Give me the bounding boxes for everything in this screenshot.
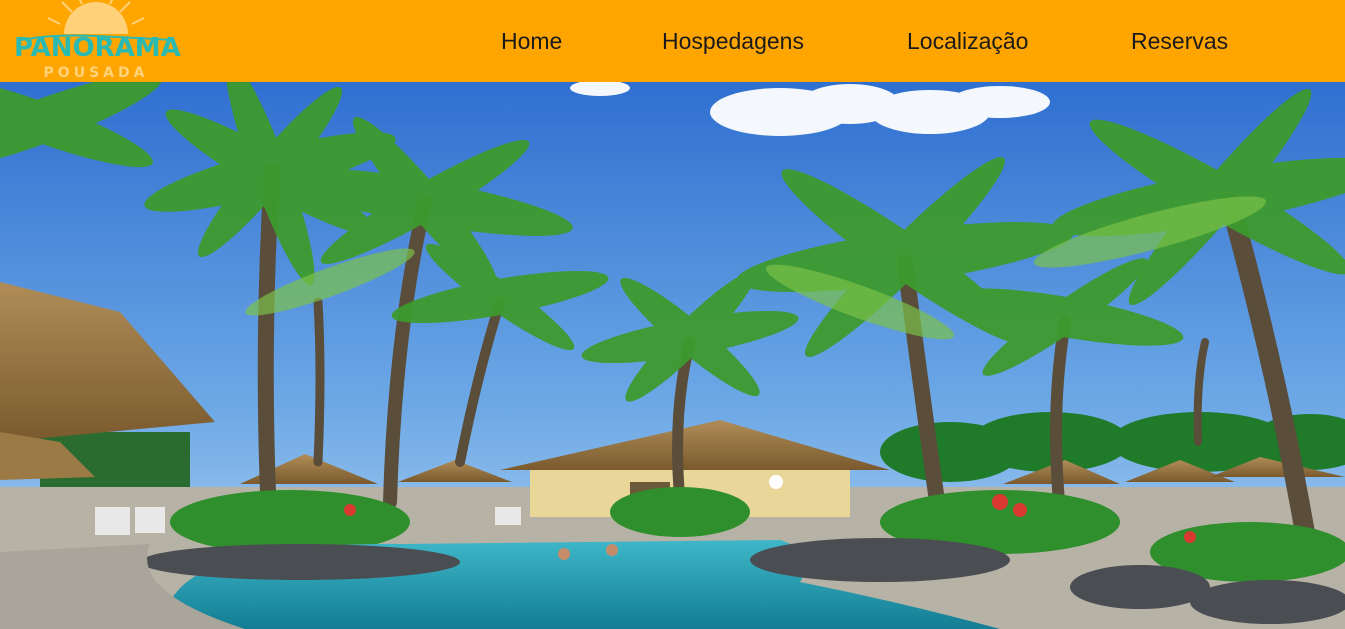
hero-image xyxy=(0,82,1345,629)
nav-reservas[interactable]: Reservas xyxy=(1131,26,1228,56)
resort-pool-photo xyxy=(0,82,1345,629)
nav-home[interactable]: Home xyxy=(501,26,562,56)
site-header: PANORAMA POUSADA Home Hospedagens Locali… xyxy=(0,0,1345,82)
nav-localizacao[interactable]: Localização xyxy=(907,26,1028,56)
main-nav: Home Hospedagens Localização Reservas xyxy=(0,0,1345,82)
nav-hospedagens[interactable]: Hospedagens xyxy=(662,26,804,56)
